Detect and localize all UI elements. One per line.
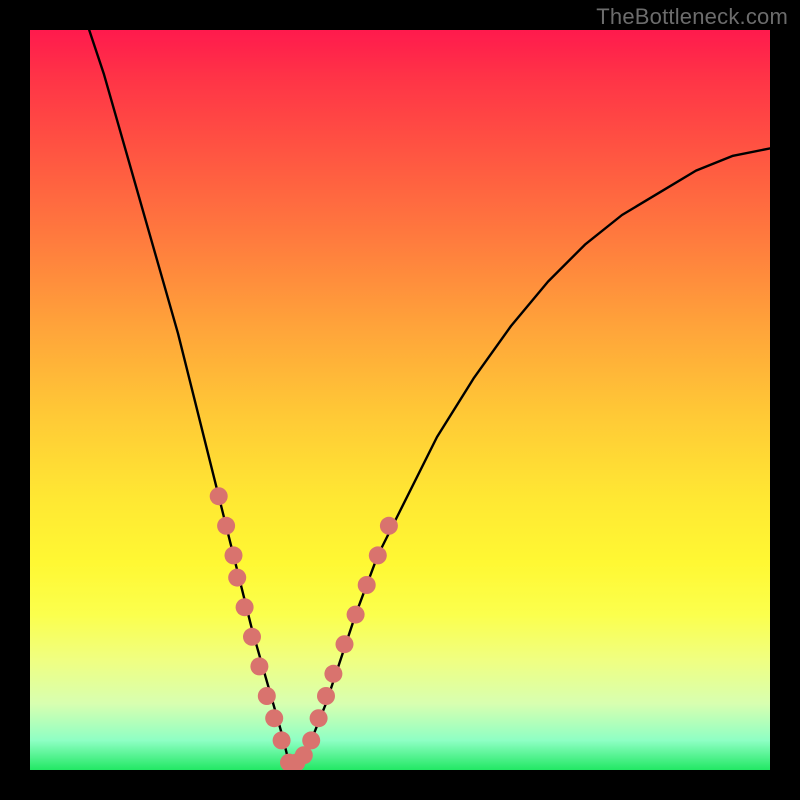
marker-group <box>210 487 398 770</box>
curve-marker <box>250 657 268 675</box>
bottleneck-curve <box>89 30 770 763</box>
curve-marker <box>347 606 365 624</box>
curve-marker <box>273 731 291 749</box>
curve-marker <box>358 576 376 594</box>
curve-marker <box>336 635 354 653</box>
curve-marker <box>265 709 283 727</box>
plot-area <box>30 30 770 770</box>
curve-marker <box>243 628 261 646</box>
curve-path <box>89 30 770 763</box>
curve-marker <box>217 517 235 535</box>
curve-marker <box>302 731 320 749</box>
curve-marker <box>310 709 328 727</box>
watermark-text: TheBottleneck.com <box>596 4 788 30</box>
curve-marker <box>258 687 276 705</box>
curve-marker <box>228 569 246 587</box>
outer-frame: TheBottleneck.com <box>0 0 800 800</box>
curve-marker <box>380 517 398 535</box>
curve-marker <box>324 665 342 683</box>
chart-svg <box>30 30 770 770</box>
curve-marker <box>369 546 387 564</box>
curve-marker <box>225 546 243 564</box>
curve-marker <box>236 598 254 616</box>
curve-marker <box>317 687 335 705</box>
curve-marker <box>210 487 228 505</box>
